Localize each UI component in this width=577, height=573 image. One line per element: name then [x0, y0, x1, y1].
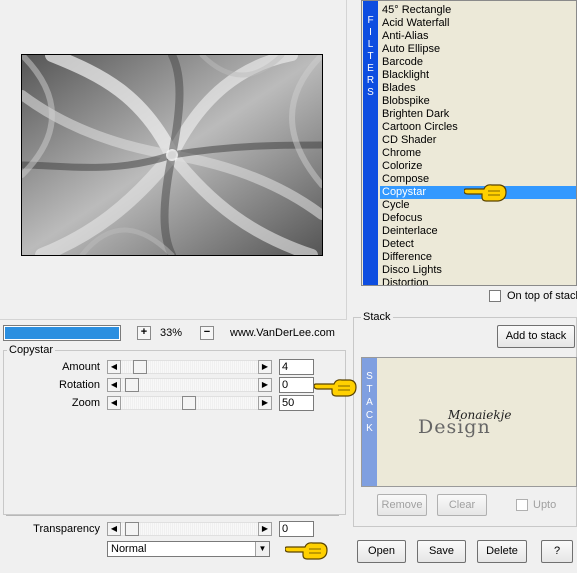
stack-letter: S [366, 371, 373, 382]
filters-letter: L [367, 39, 374, 50]
filters-letter: T [367, 51, 374, 62]
chevron-down-icon[interactable]: ▼ [255, 542, 269, 556]
filter-list-item[interactable]: Chrome [380, 147, 576, 160]
filters-letter: S [367, 87, 374, 98]
filter-list-item[interactable]: Auto Ellipse [380, 43, 576, 56]
filter-list-item[interactable]: Detect [380, 238, 576, 251]
amount-slider[interactable]: ◀ ▶ [107, 360, 272, 374]
filter-list-item[interactable]: Cartoon Circles [380, 121, 576, 134]
zoom-level: 33% [160, 327, 183, 339]
filters-letter: I [369, 27, 372, 38]
filter-list-item[interactable]: Distortion [380, 277, 576, 285]
zoom-label: Zoom [71, 397, 100, 409]
transparency-increase-arrow[interactable]: ▶ [258, 522, 272, 536]
transparency-label: Transparency [33, 523, 100, 535]
on-top-label: On top of stack [507, 290, 577, 302]
zoom-decrease-arrow[interactable]: ◀ [107, 396, 121, 410]
zoom-slider[interactable]: ◀ ▶ [107, 396, 272, 410]
delete-button[interactable]: Delete [477, 540, 527, 563]
blend-mode-value: Normal [111, 543, 147, 555]
amount-input[interactable]: 4 [279, 359, 314, 375]
filters-letter: E [367, 63, 374, 74]
filter-list-item[interactable]: Colorize [380, 160, 576, 173]
render-progress-bar [3, 325, 121, 341]
filter-list-item[interactable]: Defocus [380, 212, 576, 225]
stack-letter: A [366, 397, 373, 408]
amount-label: Amount [62, 361, 100, 373]
filters-tab-label: FILTERS [363, 15, 378, 99]
filter-list-item[interactable]: Barcode [380, 56, 576, 69]
rotation-label: Rotation [59, 379, 100, 391]
filter-list-item[interactable]: Disco Lights [380, 264, 576, 277]
rotation-input[interactable]: 0 [279, 377, 314, 393]
transparency-slider-thumb[interactable] [125, 522, 139, 536]
pointing-hand-icon [464, 184, 507, 202]
transparency-slider[interactable]: ◀ ▶ [107, 522, 272, 536]
filter-params-title: Copystar [7, 344, 56, 356]
stack-panel: STACK Monaiekje Design [361, 357, 577, 487]
filters-tab[interactable]: FILTERS [363, 1, 378, 285]
filter-list-item[interactable]: Acid Waterfall [380, 17, 576, 30]
render-progress-fill [5, 327, 119, 339]
zoom-input[interactable]: 50 [279, 395, 314, 411]
filters-letter: R [366, 75, 375, 86]
stack-letter: T [366, 384, 373, 395]
help-button[interactable]: ? [541, 540, 573, 563]
filters-letter: F [367, 15, 374, 26]
zoom-slider-thumb[interactable] [182, 396, 196, 410]
filter-list-item[interactable]: Deinterlace [380, 225, 576, 238]
rotation-decrease-arrow[interactable]: ◀ [107, 378, 121, 392]
transparency-decrease-arrow[interactable]: ◀ [107, 522, 121, 536]
upto-checkbox[interactable] [516, 499, 528, 511]
filter-list-item[interactable]: Difference [380, 251, 576, 264]
add-to-stack-button[interactable]: Add to stack [497, 325, 575, 348]
watermark-bottom: Design [418, 416, 491, 438]
filter-list-item[interactable]: CD Shader [380, 134, 576, 147]
rotation-slider-thumb[interactable] [125, 378, 139, 392]
zoom-in-button[interactable]: + [137, 326, 151, 340]
amount-decrease-arrow[interactable]: ◀ [107, 360, 121, 374]
amount-increase-arrow[interactable]: ▶ [258, 360, 272, 374]
website-link[interactable]: www.VanDerLee.com [230, 327, 335, 339]
stack-letter: C [365, 410, 374, 421]
filter-list-item[interactable]: Blobspike [380, 95, 576, 108]
amount-slider-thumb[interactable] [133, 360, 147, 374]
transparency-input[interactable]: 0 [279, 521, 314, 537]
preview-image[interactable] [21, 54, 323, 256]
filter-list-item[interactable]: Brighten Dark [380, 108, 576, 121]
upto-label: Upto [533, 499, 557, 511]
filter-list[interactable]: 45° Rectangle Acid Waterfall Anti-Alias Aut… [380, 4, 576, 285]
stack-tab[interactable]: STACK [362, 358, 377, 486]
rotation-slider[interactable]: ◀ ▶ [107, 378, 272, 392]
zoom-increase-arrow[interactable]: ▶ [258, 396, 272, 410]
stack-tab-label: STACK [362, 370, 377, 435]
preview-pane [0, 0, 347, 320]
open-button[interactable]: Open [357, 540, 406, 563]
filter-list-item[interactable]: Blades [380, 82, 576, 95]
rotation-increase-arrow[interactable]: ▶ [258, 378, 272, 392]
stack-letter: K [366, 423, 373, 434]
remove-button[interactable]: Remove [377, 494, 427, 516]
save-button[interactable]: Save [417, 540, 466, 563]
filters-list-panel: FILTERS 45° Rectangle Acid Waterfall Anti-… [361, 0, 577, 286]
pointing-hand-icon [314, 379, 357, 397]
filter-list-item[interactable]: 45° Rectangle [380, 4, 576, 17]
divider [6, 515, 339, 516]
on-top-checkbox[interactable] [489, 290, 501, 302]
stack-title: Stack [361, 311, 393, 323]
pointing-hand-icon [285, 542, 328, 560]
blend-mode-select[interactable]: Normal ▼ [107, 541, 270, 557]
clear-button[interactable]: Clear [437, 494, 487, 516]
filter-list-item[interactable]: Anti-Alias [380, 30, 576, 43]
zoom-out-button[interactable]: − [200, 326, 214, 340]
filter-list-item[interactable]: Blacklight [380, 69, 576, 82]
